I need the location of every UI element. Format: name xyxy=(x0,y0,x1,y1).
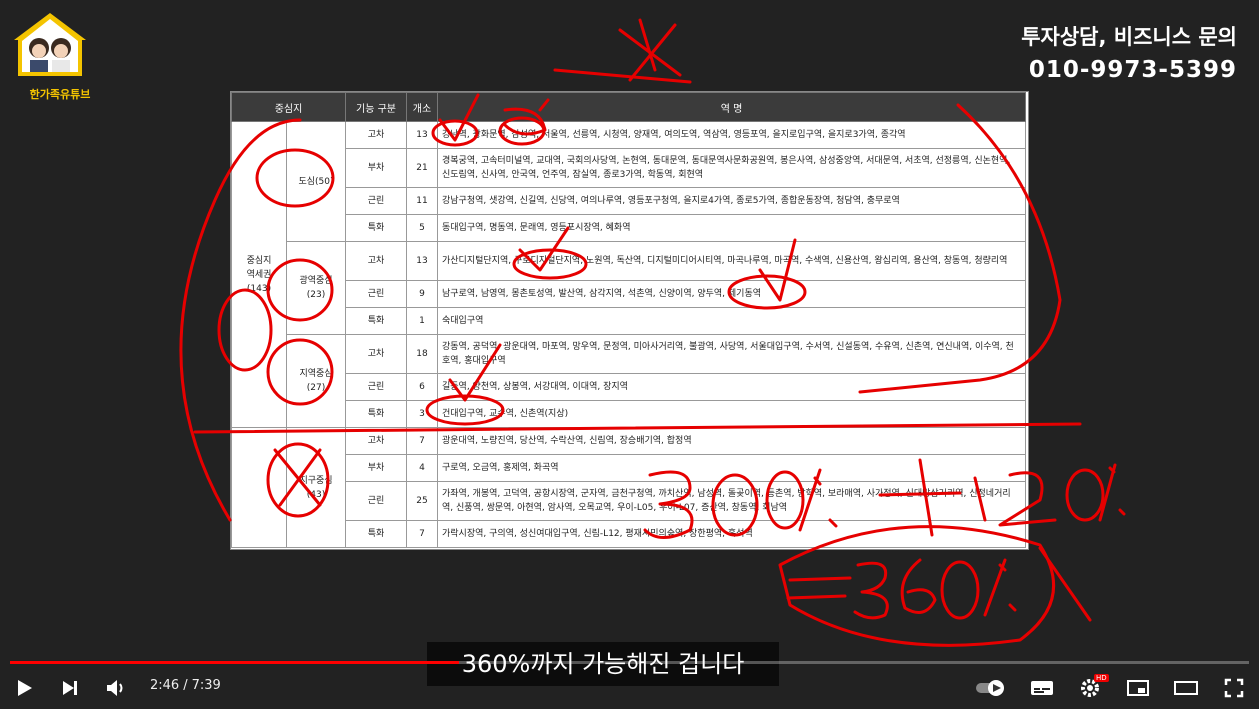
row-count: 1 xyxy=(406,307,438,335)
hd-badge: HD xyxy=(1094,674,1109,682)
header-count: 개소 xyxy=(406,92,438,122)
row-type: 고차 xyxy=(345,121,407,149)
row-count: 5 xyxy=(406,214,438,242)
row-type: 특화 xyxy=(345,520,407,548)
row-stations: 강남구청역, 샛강역, 신길역, 신당역, 여의나루역, 영등포구청역, 을지로… xyxy=(437,187,1026,215)
row-type: 근린 xyxy=(345,187,407,215)
current-time: 2:46 xyxy=(150,678,180,693)
subgroup-downtown: 도심(50) xyxy=(286,121,346,242)
progress-fill xyxy=(10,661,459,664)
row-stations: 남구로역, 남영역, 몽촌토성역, 발산역, 삼각지역, 석촌역, 신양이역, … xyxy=(437,280,1026,308)
mute-button[interactable] xyxy=(100,666,132,709)
contact-phone: 010-9973-5399 xyxy=(1028,57,1237,83)
row-stations: 경복궁역, 고속터미널역, 교대역, 국회의사당역, 논현역, 동대문역, 동대… xyxy=(437,148,1026,188)
header-stations: 역 명 xyxy=(437,92,1026,122)
row-count: 7 xyxy=(406,520,438,548)
row-count: 18 xyxy=(406,334,438,374)
row-type: 고차 xyxy=(345,334,407,374)
miniplayer-button[interactable] xyxy=(1122,666,1154,709)
play-icon xyxy=(18,679,32,696)
row-stations: 길동역, 양천역, 상봉역, 서강대역, 이대역, 장지역 xyxy=(437,373,1026,401)
row-stations: 숙대입구역 xyxy=(437,307,1026,335)
header-function: 기능 구분 xyxy=(345,92,407,122)
video-frame[interactable]: 한가족유튜브 투자상담, 비즈니스 문의 010-9973-5399 중심지 기… xyxy=(0,0,1259,709)
row-type: 고차 xyxy=(345,241,407,281)
row-count: 7 xyxy=(406,427,438,455)
row-type: 근린 xyxy=(345,373,407,401)
group-center-station-area: 중심지 역세권 (143) xyxy=(231,121,287,428)
row-type: 특화 xyxy=(345,214,407,242)
contact-line-1: 투자상담, 비즈니스 문의 xyxy=(1021,25,1237,49)
row-count: 6 xyxy=(406,373,438,401)
time-display: 2:46/7:39 xyxy=(148,678,223,693)
row-stations: 가좌역, 개봉역, 고덕역, 공항시장역, 군자역, 금천구청역, 까치산역, … xyxy=(437,481,1026,521)
row-type: 부차 xyxy=(345,148,407,188)
player-controls: 2:46/7:39 HD xyxy=(0,666,1259,709)
miniplayer-icon xyxy=(1127,679,1149,696)
fullscreen-icon xyxy=(1224,678,1244,697)
row-count: 11 xyxy=(406,187,438,215)
subtitles-icon xyxy=(1031,680,1053,695)
subgroup-regional: 광역중심 (23) xyxy=(286,241,346,335)
next-button[interactable] xyxy=(54,666,86,709)
row-stations: 가락시장역, 구의역, 성신여대입구역, 신림-L12, 평재시민의숲역, 장한… xyxy=(437,520,1026,548)
row-count: 3 xyxy=(406,400,438,428)
fullscreen-button[interactable] xyxy=(1218,666,1250,709)
autoplay-toggle-icon xyxy=(976,679,1004,696)
presentation-slide: 중심지 기능 구분 개소 역 명 중심지 역세권 (143) 도심(50) 고차… xyxy=(230,91,1029,550)
subgroup-district: 지구중심 (43) xyxy=(286,427,346,548)
group-district-empty xyxy=(231,427,287,548)
row-count: 21 xyxy=(406,148,438,188)
row-type: 근린 xyxy=(345,280,407,308)
subgroup-local: 지역중심 (27) xyxy=(286,334,346,428)
row-type: 부차 xyxy=(345,454,407,482)
row-count: 13 xyxy=(406,241,438,281)
row-type: 근린 xyxy=(345,481,407,521)
theater-button[interactable] xyxy=(1170,666,1202,709)
row-count: 4 xyxy=(406,454,438,482)
duration: 7:39 xyxy=(191,678,221,693)
play-button[interactable] xyxy=(8,666,40,709)
row-stations: 광운대역, 노량진역, 당산역, 수락산역, 신림역, 장승배기역, 합정역 xyxy=(437,427,1026,455)
row-count: 13 xyxy=(406,121,438,149)
theater-mode-icon xyxy=(1174,680,1198,695)
time-separator: / xyxy=(183,678,188,693)
autoplay-toggle[interactable] xyxy=(972,666,1010,709)
station-table: 중심지 기능 구분 개소 역 명 중심지 역세권 (143) 도심(50) 고차… xyxy=(231,92,1026,548)
row-stations: 강남역, 광화문역, 삼성역, 서울역, 선릉역, 시청역, 양재역, 여의도역… xyxy=(437,121,1026,149)
next-icon xyxy=(63,680,77,695)
row-count: 9 xyxy=(406,280,438,308)
row-stations: 건대입구역, 교수역, 신촌역(지상) xyxy=(437,400,1026,428)
subtitles-button[interactable] xyxy=(1026,666,1058,709)
row-type: 특화 xyxy=(345,307,407,335)
contact-overlay: 투자상담, 비즈니스 문의 010-9973-5399 xyxy=(1021,22,1237,88)
row-stations: 가산디지털단지역, 구로디지털단지역, 노원역, 독산역, 디지털미디어시티역,… xyxy=(437,241,1026,281)
row-type: 고차 xyxy=(345,427,407,455)
row-stations: 강동역, 공덕역, 광운대역, 마포역, 망우역, 문정역, 미아사거리역, 불… xyxy=(437,334,1026,374)
row-stations: 구로역, 오금역, 홍제역, 화곡역 xyxy=(437,454,1026,482)
settings-button[interactable]: HD xyxy=(1074,666,1109,709)
channel-logo: 한가족유튜브 xyxy=(10,10,90,101)
row-count: 25 xyxy=(406,481,438,521)
row-stations: 동대입구역, 명동역, 문래역, 영등포시장역, 혜화역 xyxy=(437,214,1026,242)
channel-name: 한가족유튜브 xyxy=(29,88,91,101)
progress-bar[interactable] xyxy=(10,661,1249,664)
row-type: 특화 xyxy=(345,400,407,428)
volume-icon xyxy=(107,679,123,696)
header-center: 중심지 xyxy=(231,92,346,122)
